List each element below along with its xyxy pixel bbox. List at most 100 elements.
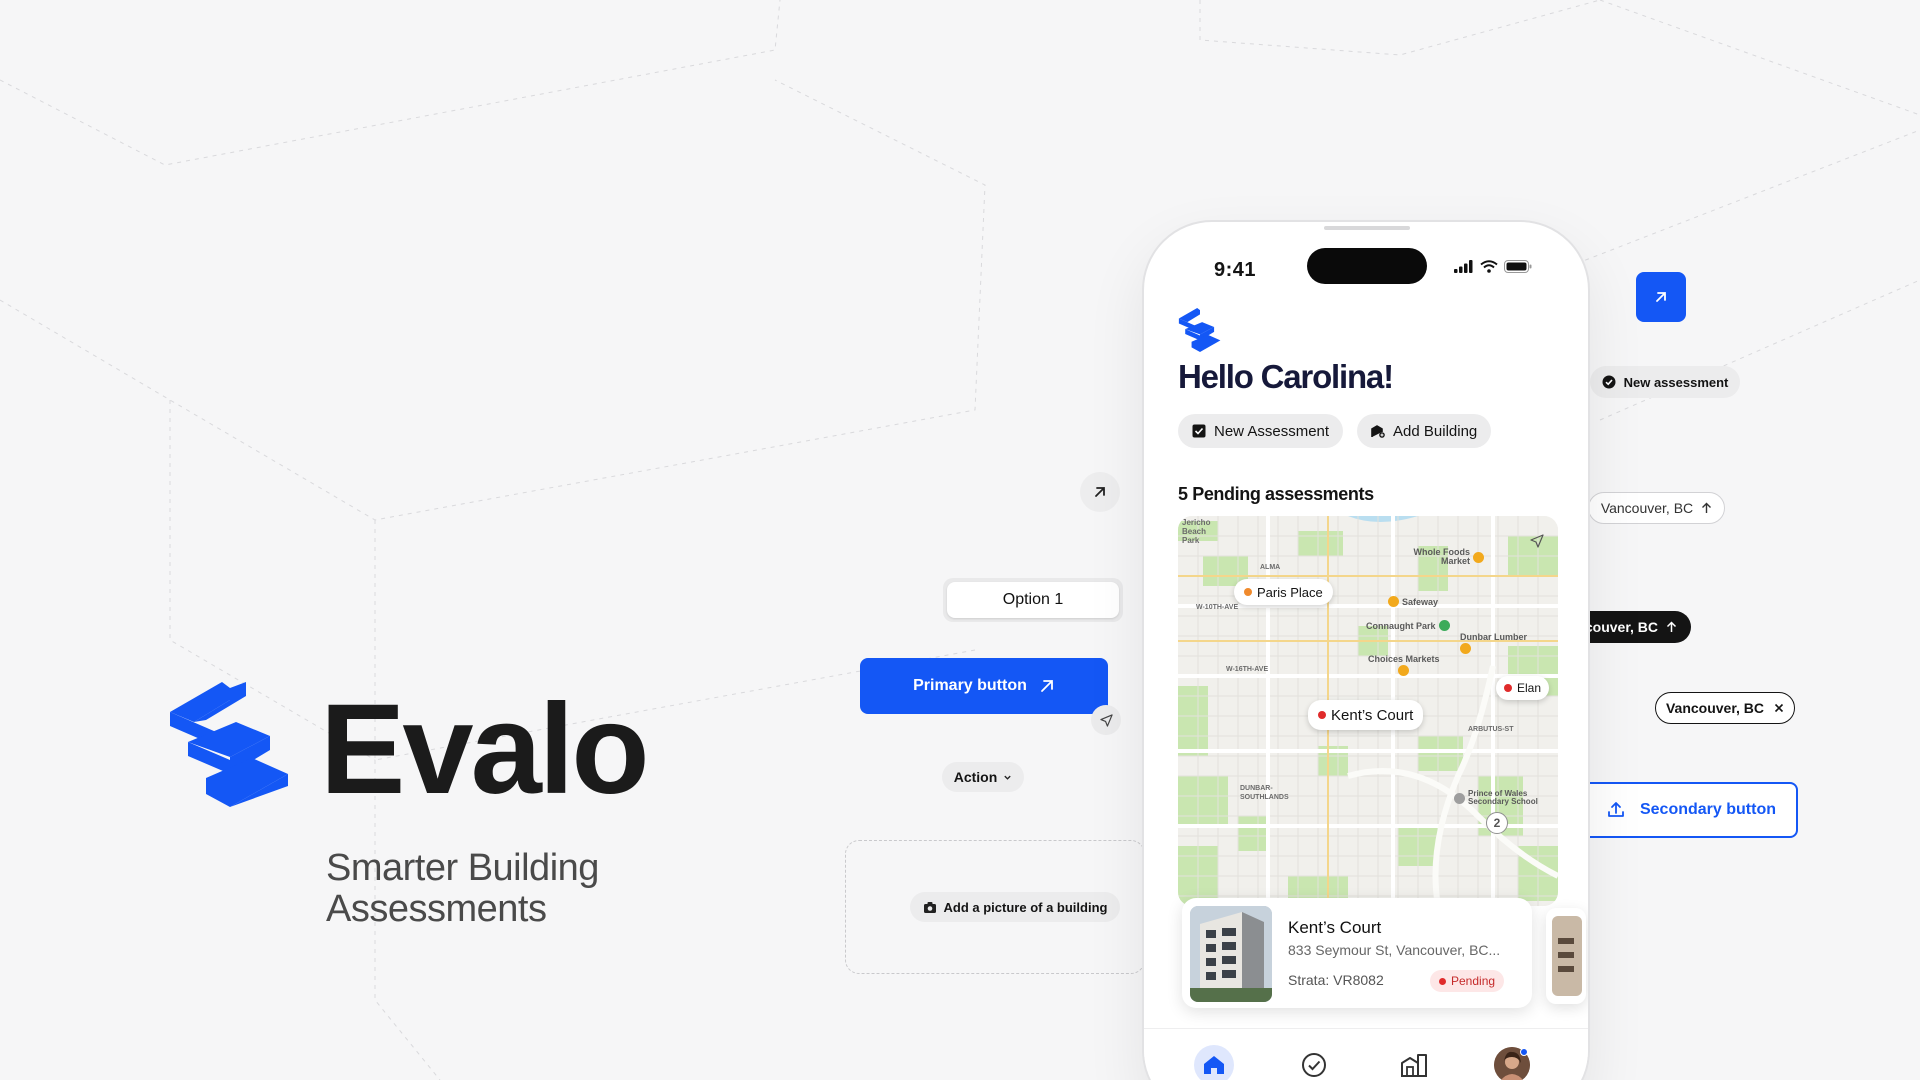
location-chip-selected-label: couver, BC <box>1584 619 1658 635</box>
arrow-up-right-icon <box>1095 487 1105 497</box>
poi-label: Prince of Wales Secondary School <box>1468 789 1538 806</box>
location-chip-removable[interactable]: Vancouver, BC <box>1655 692 1795 724</box>
upload-icon <box>1608 802 1624 817</box>
status-badge-label: Pending <box>1451 974 1496 988</box>
chevron-down-icon <box>1004 775 1011 780</box>
pin-label: Paris Place <box>1257 584 1323 600</box>
pin-label: Kent’s Court <box>1331 706 1414 724</box>
shopping-icon <box>1398 665 1410 676</box>
poi-choices-markets[interactable]: Choices Markets <box>1368 654 1440 676</box>
building-photo <box>1190 906 1272 1002</box>
shopping-icon <box>1388 596 1399 607</box>
park-icon <box>1438 620 1450 631</box>
location-chip[interactable]: Vancouver, BC <box>1588 492 1725 524</box>
map-cluster[interactable]: 2 <box>1486 812 1508 834</box>
poi-label: Connaught Park <box>1366 620 1436 631</box>
option-1-segment[interactable]: Option 1 <box>947 582 1119 618</box>
tagline: Smarter Building Assessments <box>326 847 599 930</box>
map-label-district: DUNBAR-SOUTHLANDS <box>1240 785 1289 801</box>
tab-assessments[interactable] <box>1294 1045 1334 1080</box>
status-dot <box>1504 684 1512 692</box>
tab-home[interactable] <box>1194 1045 1234 1080</box>
evalo-logo-icon <box>1178 308 1221 352</box>
poi-label: Choices Markets <box>1368 654 1440 664</box>
notification-dot <box>1520 1048 1528 1056</box>
arrow-up-icon <box>1666 621 1677 632</box>
add-picture-label: Add a picture of a building <box>943 899 1108 915</box>
poi-connaught-park[interactable]: Connaught Park <box>1366 620 1450 631</box>
building-add-icon <box>1371 425 1385 438</box>
action-dropdown[interactable]: Action <box>942 762 1024 792</box>
segmented-control[interactable]: Option 1 <box>943 578 1123 622</box>
status-dot <box>1318 711 1326 719</box>
add-picture-button[interactable]: Add a picture of a building <box>910 892 1120 922</box>
checkbox-icon <box>1192 424 1206 438</box>
close-icon[interactable] <box>1774 703 1784 713</box>
arrow-up-right-icon <box>1040 680 1053 692</box>
new-assessment-label: New Assessment <box>1214 422 1330 440</box>
map-label-street: ALMA <box>1260 564 1281 571</box>
check-circle-icon <box>1302 1053 1326 1077</box>
poi-label: Safeway <box>1402 596 1439 607</box>
bottom-tab-bar <box>1144 1028 1588 1080</box>
arrow-up-icon <box>1702 502 1712 513</box>
new-assessment-chip[interactable]: New assessment <box>1590 366 1740 398</box>
new-assessment-chip-label: New assessment <box>1623 374 1729 390</box>
action-label: Action <box>953 769 998 785</box>
brand-lockup: Evalo <box>170 682 649 814</box>
camera-icon <box>923 901 936 913</box>
shopping-icon <box>1460 643 1471 654</box>
primary-button[interactable]: Primary button <box>860 658 1108 714</box>
map-pin-paris-place[interactable]: Paris Place <box>1234 579 1333 605</box>
arrow-up-right-icon <box>1656 292 1666 302</box>
wifi-icon <box>1480 260 1498 273</box>
home-icon <box>1204 1056 1224 1074</box>
next-building-card[interactable] <box>1546 908 1586 1004</box>
poi-prince-of-wales-school[interactable]: Prince of Wales Secondary School <box>1454 790 1558 806</box>
quick-actions: New Assessment Add Building <box>1178 414 1492 448</box>
map-label-street: ARBUTUS-ST <box>1468 726 1514 733</box>
map-pin-elan[interactable]: Elan <box>1496 676 1550 700</box>
map-label-street: W-10TH-AVE <box>1196 604 1239 611</box>
navigation-fab-button[interactable] <box>1091 705 1121 735</box>
signal-icon <box>1454 260 1473 273</box>
card-title: Kent’s Court <box>1288 918 1382 937</box>
primary-button-label: Primary button <box>913 677 1027 694</box>
navigation-arrow-icon <box>1099 713 1113 727</box>
status-icons <box>1454 260 1532 273</box>
poi-whole-foods[interactable]: Whole Foods Market <box>1404 548 1484 566</box>
check-circle-filled-icon <box>1602 375 1616 389</box>
phone-top-bar <box>1324 226 1410 230</box>
add-building-button[interactable]: Add Building <box>1357 414 1492 448</box>
navigation-arrow-icon[interactable] <box>1530 534 1544 548</box>
map-pin-kents-court[interactable]: Kent’s Court <box>1308 700 1424 730</box>
card-address: 833 Seymour St, Vancouver, BC... <box>1288 942 1501 958</box>
status-dot <box>1439 977 1446 985</box>
new-assessment-button[interactable]: New Assessment <box>1178 414 1344 448</box>
secondary-button[interactable]: Secondary button <box>1578 782 1798 838</box>
tab-profile-avatar[interactable] <box>1494 1047 1530 1080</box>
evalo-logo-icon <box>170 682 288 807</box>
assessments-map[interactable]: Jericho Beach Park W-10TH-AVE W-16TH-AVE… <box>1178 516 1558 906</box>
card-strata: Strata: VR8082 <box>1288 972 1384 988</box>
tab-buildings[interactable] <box>1394 1045 1434 1080</box>
poi-dunbar-lumber[interactable]: Dunbar Lumber <box>1460 632 1527 654</box>
pending-assessments-title: 5 Pending assessments <box>1178 484 1374 504</box>
buildings-icon <box>1401 1054 1427 1077</box>
pin-label: Elan <box>1517 681 1542 695</box>
brand-name: Evalo <box>320 678 649 821</box>
status-dot <box>1244 588 1252 596</box>
arrow-fab-primary-button[interactable] <box>1636 272 1686 322</box>
add-building-label: Add Building <box>1393 422 1478 440</box>
arrow-fab-button[interactable] <box>1080 472 1120 512</box>
map-label-park: Jericho Beach Park <box>1182 518 1211 545</box>
shopping-icon <box>1473 551 1484 563</box>
location-chip-removable-label: Vancouver, BC <box>1665 700 1765 716</box>
school-icon <box>1454 792 1465 804</box>
poi-label: Dunbar Lumber <box>1460 632 1528 642</box>
building-card[interactable]: Kent’s Court 833 Seymour St, Vancouver, … <box>1182 898 1532 1008</box>
status-badge: Pending <box>1430 970 1505 992</box>
battery-icon <box>1504 260 1532 273</box>
poi-safeway[interactable]: Safeway <box>1388 596 1438 607</box>
status-time: 9:41 <box>1214 259 1257 281</box>
